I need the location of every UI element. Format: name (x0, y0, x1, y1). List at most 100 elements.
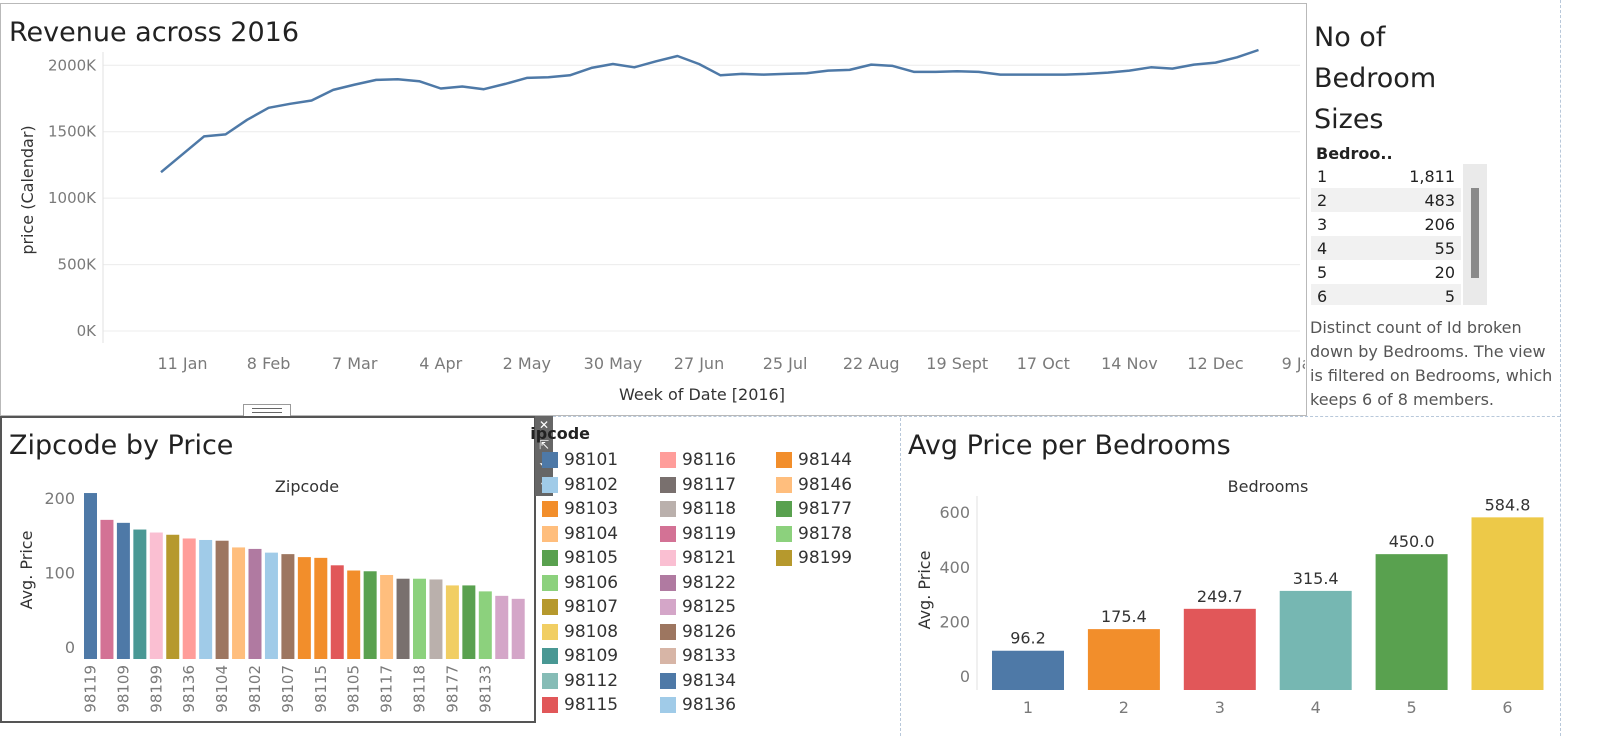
x-tick-label: 3 (1215, 698, 1225, 717)
zipcode-bar (100, 519, 114, 659)
drag-handle-grip (252, 408, 282, 413)
zipcode-bar (248, 548, 262, 659)
y-tick-label: 1500K (48, 123, 97, 141)
zipcode-title: Zipcode by Price (9, 430, 234, 461)
avg-price-bar (992, 650, 1064, 690)
zipcode-bar (445, 585, 459, 659)
legend-swatch (542, 452, 558, 468)
x-axis-title: Week of Date [2016] (619, 385, 785, 404)
legend-label: 98144 (798, 450, 853, 470)
x-tick-label: 98117 (378, 665, 396, 713)
y-tick-label: 400 (939, 558, 970, 577)
legend-label: 98116 (682, 450, 737, 470)
x-tick-label: 7 Mar (332, 354, 378, 373)
zipcode-bar (232, 547, 246, 659)
avg-price-bar (1471, 517, 1544, 690)
legend-label: 98122 (682, 572, 737, 593)
data-label: 315.4 (1293, 569, 1339, 588)
legend-label: 98119 (682, 523, 737, 544)
bedroom-sizes-title-line: No of (1314, 22, 1386, 53)
zipcode-bar (396, 578, 410, 659)
legend-label: 98105 (564, 548, 619, 568)
legend-swatch (660, 501, 676, 517)
table-row[interactable]: 3 206 (1311, 212, 1461, 236)
legend-label: 98126 (682, 621, 737, 642)
x-tick-label: 98102 (246, 665, 264, 713)
x-tick-label: 12 Dec (1187, 354, 1243, 373)
zipcode-bar (314, 557, 328, 659)
zipcode-bar (462, 585, 476, 659)
zipcode-axis-header: Zipcode (275, 477, 339, 496)
y-tick-label: 2000K (48, 56, 97, 74)
avg-price-bar-chart: Bedrooms 0 200 400 600 Avg. Price 96.2 1 175.4 2 2… (915, 477, 1544, 717)
data-label: 450.0 (1389, 532, 1435, 551)
legend-label: 98117 (682, 474, 737, 495)
legend-swatch (776, 525, 792, 542)
legend-label: 98112 (564, 670, 619, 691)
zipcode-bar (116, 522, 130, 659)
x-tick-label: 30 May (584, 354, 643, 373)
layout-divider (538, 416, 1308, 417)
bedroom-column-header[interactable]: Bedroo.. (1316, 144, 1393, 163)
y-tick-label: 0 (960, 667, 970, 686)
bedroom-value: 3 (1317, 215, 1328, 234)
x-tick-label: 98177 (443, 665, 461, 713)
legend-swatch (660, 452, 676, 468)
legend-swatch (660, 648, 676, 664)
legend-label: 98178 (798, 523, 853, 544)
x-tick-label: 17 Oct (1017, 354, 1070, 373)
count-value: 206 (1424, 215, 1455, 234)
table-row[interactable]: 65 (1311, 284, 1461, 305)
legend-swatch (660, 697, 676, 713)
legend-swatch (542, 697, 558, 713)
count-value: 1,811 (1409, 167, 1455, 186)
table-row[interactable]: 5 20 (1311, 260, 1461, 284)
legend-swatch (660, 550, 676, 566)
x-tick-label: 98118 (411, 665, 429, 713)
drag-handle[interactable] (243, 404, 291, 416)
x-tick-label: 98119 (82, 665, 100, 713)
legend-swatch (542, 476, 558, 493)
y-tick-label: 100 (44, 564, 75, 583)
x-tick-label: 5 (1407, 698, 1417, 717)
revenue-series-line (160, 48, 1259, 174)
table-scrollbar-thumb[interactable] (1471, 188, 1479, 278)
table-row[interactable]: 4 55 (1311, 236, 1461, 260)
x-tick-label: 4 Apr (419, 354, 462, 373)
x-tick-label: 27 Jun (674, 354, 724, 373)
legend-label: 98177 (798, 499, 853, 519)
legend-swatch (542, 574, 558, 591)
table-row[interactable]: 2 483 (1311, 188, 1461, 212)
bedroom-sizes-title-line: Sizes (1314, 104, 1384, 135)
data-label: 584.8 (1485, 495, 1531, 514)
legend-swatch (542, 648, 558, 664)
legend-label: 98199 (798, 548, 853, 568)
zipcode-bar (330, 565, 344, 659)
bedroom-value: 2 (1317, 191, 1328, 210)
legend-label: 98115 (564, 695, 619, 715)
y-tick-label: 600 (939, 503, 970, 522)
legend-label: 98106 (564, 572, 619, 593)
legend-swatch (776, 476, 792, 493)
layout-divider (1305, 416, 1560, 417)
zipcode-bar (297, 557, 311, 659)
bedroom-value: 1 (1317, 167, 1328, 186)
zipcode-bar (413, 578, 426, 659)
x-tick-label: 9 Jan (1282, 354, 1305, 373)
layout-divider (1560, 0, 1561, 736)
zipcode-bar (347, 570, 361, 659)
x-tick-label: 25 Jul (763, 354, 808, 373)
x-tick-label: 2 May (503, 354, 551, 373)
x-tick-label: 98136 (180, 665, 198, 713)
y-tick-label: 0K (77, 322, 98, 340)
x-tick-label: 98105 (345, 665, 363, 713)
legend-label: 98108 (564, 621, 619, 642)
legend-label: 98104 (564, 523, 619, 544)
x-tick-label: 98133 (476, 665, 494, 713)
table-row[interactable]: 1 1,811 (1311, 164, 1461, 188)
y-tick-label: 500K (58, 256, 98, 274)
zipcode-bar (84, 493, 97, 659)
avg-price-bar (1087, 629, 1160, 690)
x-tick-label: 1 (1023, 698, 1033, 717)
revenue-line-chart: 0K 500K 1000K 1500K 2000K 11 Jan 8 Feb 7 Mar 4 A… (18, 48, 1305, 404)
